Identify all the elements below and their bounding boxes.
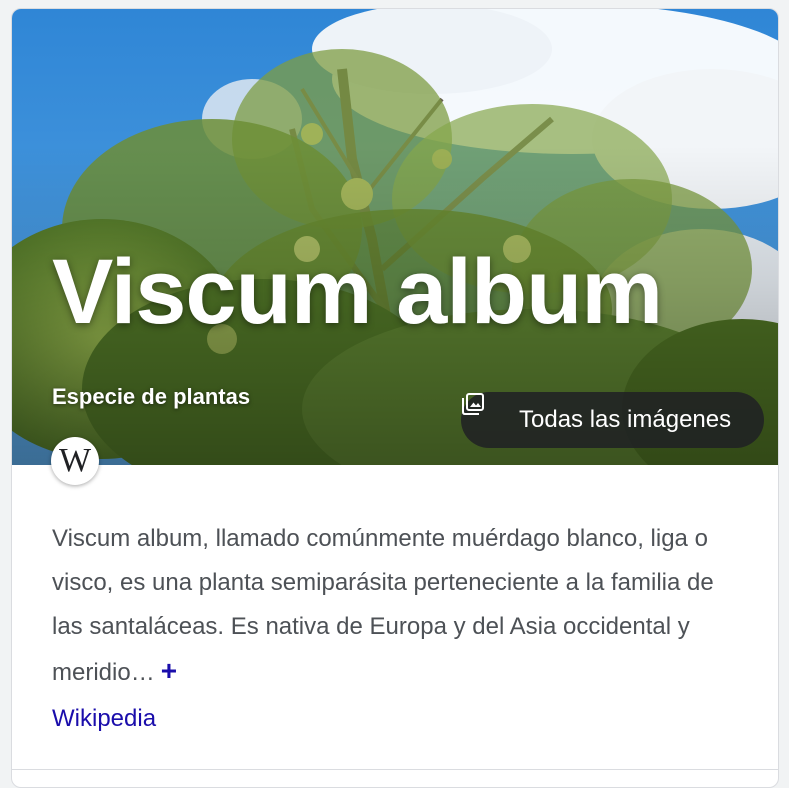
entity-description: Viscum album, llamado comúnmente muérdag… [52,517,742,695]
knowledge-panel-card: Viscum album Especie de plantas Todas la… [11,8,779,788]
photo-library-icon [462,393,501,432]
all-images-button[interactable]: Todas las imágenes [461,392,764,448]
entity-title: Viscum album [52,241,663,343]
expand-description-button[interactable]: + [161,655,177,686]
description-text: Viscum album, llamado comúnmente muérdag… [52,525,714,686]
hero-image[interactable]: Viscum album Especie de plantas Todas la… [12,9,778,465]
wikipedia-logo-icon[interactable]: W [51,437,99,485]
entity-subtitle: Especie de plantas [52,384,251,409]
wikipedia-source-link[interactable]: Wikipedia [52,697,156,741]
section-divider [12,769,778,770]
all-images-label: Todas las imágenes [519,406,732,433]
description-section: Viscum album, llamado comúnmente muérdag… [52,517,742,741]
